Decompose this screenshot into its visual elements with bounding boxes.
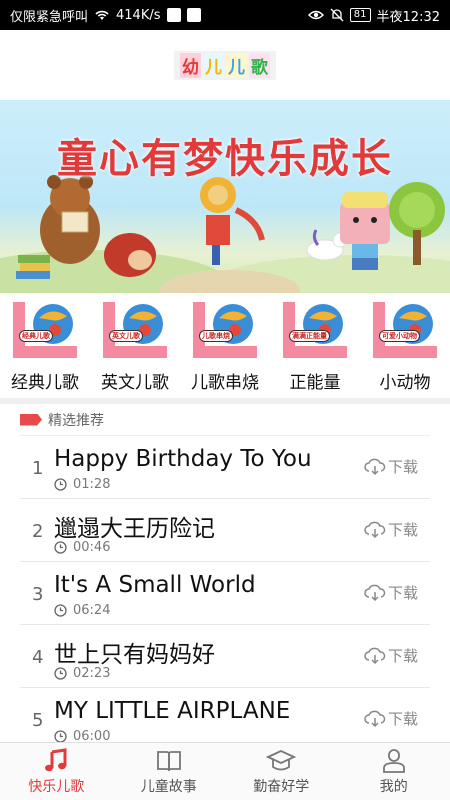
duration-text: 00:46 — [73, 540, 111, 555]
logo-char: 儿 — [226, 52, 247, 78]
cloud-download-icon — [364, 458, 386, 475]
nav-label: 勤奋好学 — [253, 778, 310, 795]
cloud-download-icon — [364, 710, 386, 727]
category-label: 经典儿歌 — [11, 373, 79, 393]
nav-item-stories[interactable]: 儿童故事 — [113, 743, 226, 800]
section-title: 精选推荐 — [48, 412, 104, 429]
clock-icon — [54, 667, 67, 680]
song-row[interactable]: 4 世上只有妈妈好 02:23 下载 — [20, 625, 430, 688]
mute-bell-icon — [330, 8, 344, 22]
download-button[interactable]: 下载 — [364, 519, 418, 540]
category-tag: 经典儿歌 — [19, 330, 53, 342]
banner[interactable]: 童心有梦快乐成长 — [0, 100, 450, 293]
app-notification-icon — [166, 8, 181, 22]
category-thumbnail: 英文儿歌 — [101, 300, 169, 360]
nav-item-study[interactable]: 勤奋好学 — [225, 743, 338, 800]
category-thumbnail: 满满正能量 — [281, 300, 349, 360]
song-number: 2 — [32, 521, 44, 542]
book-icon — [156, 750, 181, 771]
category-tag: 满满正能量 — [289, 330, 330, 342]
song-title: 邋遢大王历险记 — [54, 516, 215, 542]
nav-label: 快乐儿歌 — [28, 778, 85, 795]
logo-char: 幼 — [180, 52, 201, 78]
category-label: 小动物 — [379, 373, 431, 393]
song-title: Happy Birthday To You — [54, 446, 312, 472]
clock-icon — [54, 478, 67, 491]
song-number: 3 — [32, 584, 44, 605]
duration-text: 01:28 — [73, 477, 111, 492]
category-label: 儿歌串烧 — [191, 373, 259, 393]
logo-char: 儿 — [203, 52, 224, 78]
banner-title: 童心有梦快乐成长 — [57, 136, 393, 182]
category-animals[interactable]: 可爱小动物 小动物 — [362, 300, 448, 396]
download-label: 下载 — [387, 458, 418, 476]
clock: 半夜12:32 — [376, 9, 440, 25]
song-row[interactable]: 2 邋遢大王历险记 00:46 下载 — [20, 499, 430, 562]
category-classic[interactable]: 经典儿歌 经典儿歌 — [2, 300, 88, 396]
app-notification-icon-2 — [186, 8, 201, 22]
category-medley[interactable]: 儿歌串烧 儿歌串烧 — [182, 300, 268, 396]
song-duration: 02:23 — [54, 666, 110, 681]
download-label: 下载 — [387, 710, 418, 728]
song-row[interactable]: 3 It's A Small World 06:24 下载 — [20, 562, 430, 625]
category-row: 经典儿歌 经典儿歌 英文儿歌 英文儿歌 儿歌串烧 儿歌串烧 满满正能量 正能量 … — [0, 300, 450, 396]
download-button[interactable]: 下载 — [364, 456, 418, 477]
wifi-icon — [94, 9, 110, 21]
song-title: 世上只有妈妈好 — [54, 642, 215, 668]
download-button[interactable]: 下载 — [364, 582, 418, 603]
cloud-download-icon — [364, 647, 386, 664]
carrier-text: 仅限紧急呼叫 — [10, 9, 89, 25]
bottom-nav: 快乐儿歌 儿童故事 勤奋好学 我的 — [0, 742, 450, 800]
clock-icon — [54, 604, 67, 617]
nav-label: 我的 — [379, 778, 408, 795]
song-list: 1 Happy Birthday To You 01:28 下载 2 邋遢大王历… — [20, 436, 430, 751]
nav-item-profile[interactable]: 我的 — [338, 743, 450, 800]
song-number: 1 — [32, 458, 44, 479]
category-label: 正能量 — [289, 373, 341, 393]
song-duration: 00:46 — [54, 540, 110, 555]
song-number: 5 — [32, 710, 44, 731]
nav-label: 儿童故事 — [140, 778, 197, 795]
music-note-icon — [45, 747, 67, 771]
download-button[interactable]: 下载 — [364, 645, 418, 666]
cloud-download-icon — [364, 521, 386, 538]
category-label: 英文儿歌 — [101, 373, 169, 393]
category-tag: 儿歌串烧 — [199, 330, 233, 342]
song-duration: 01:28 — [54, 477, 110, 492]
clock-icon — [54, 541, 67, 554]
category-thumbnail: 可爱小动物 — [371, 300, 439, 360]
song-duration: 06:24 — [54, 603, 110, 618]
song-number: 4 — [32, 647, 44, 668]
app-logo: 幼 儿 儿 歌 — [174, 50, 276, 80]
eye-icon — [307, 9, 324, 21]
category-english[interactable]: 英文儿歌 英文儿歌 — [92, 300, 178, 396]
battery-indicator: 81 — [349, 8, 371, 22]
category-thumbnail: 经典儿歌 — [11, 300, 79, 360]
duration-text: 06:24 — [73, 603, 111, 618]
download-label: 下载 — [387, 647, 418, 665]
network-speed: 414K/s — [116, 7, 161, 23]
song-title: It's A Small World — [54, 572, 256, 598]
download-button[interactable]: 下载 — [364, 708, 418, 729]
category-tag: 英文儿歌 — [109, 330, 143, 342]
song-row[interactable]: 1 Happy Birthday To You 01:28 下载 — [20, 436, 430, 499]
category-tag: 可爱小动物 — [379, 330, 420, 342]
cloud-download-icon — [364, 584, 386, 601]
category-positive-energy[interactable]: 满满正能量 正能量 — [272, 300, 358, 396]
logo-char: 歌 — [249, 52, 270, 78]
flag-icon — [20, 413, 42, 426]
status-bar: 仅限紧急呼叫 414K/s 81 半夜12:32 — [0, 0, 450, 30]
person-icon — [382, 748, 405, 773]
song-title: MY LITTLE AIRPLANE — [54, 698, 291, 724]
graduation-cap-icon — [266, 749, 297, 770]
download-label: 下载 — [387, 521, 418, 539]
download-label: 下载 — [387, 584, 418, 602]
section-header: 精选推荐 — [20, 404, 430, 436]
duration-text: 02:23 — [73, 666, 111, 681]
category-thumbnail: 儿歌串烧 — [191, 300, 259, 360]
app-header: 幼 儿 儿 歌 — [0, 30, 450, 100]
nav-item-songs[interactable]: 快乐儿歌 — [0, 743, 113, 800]
